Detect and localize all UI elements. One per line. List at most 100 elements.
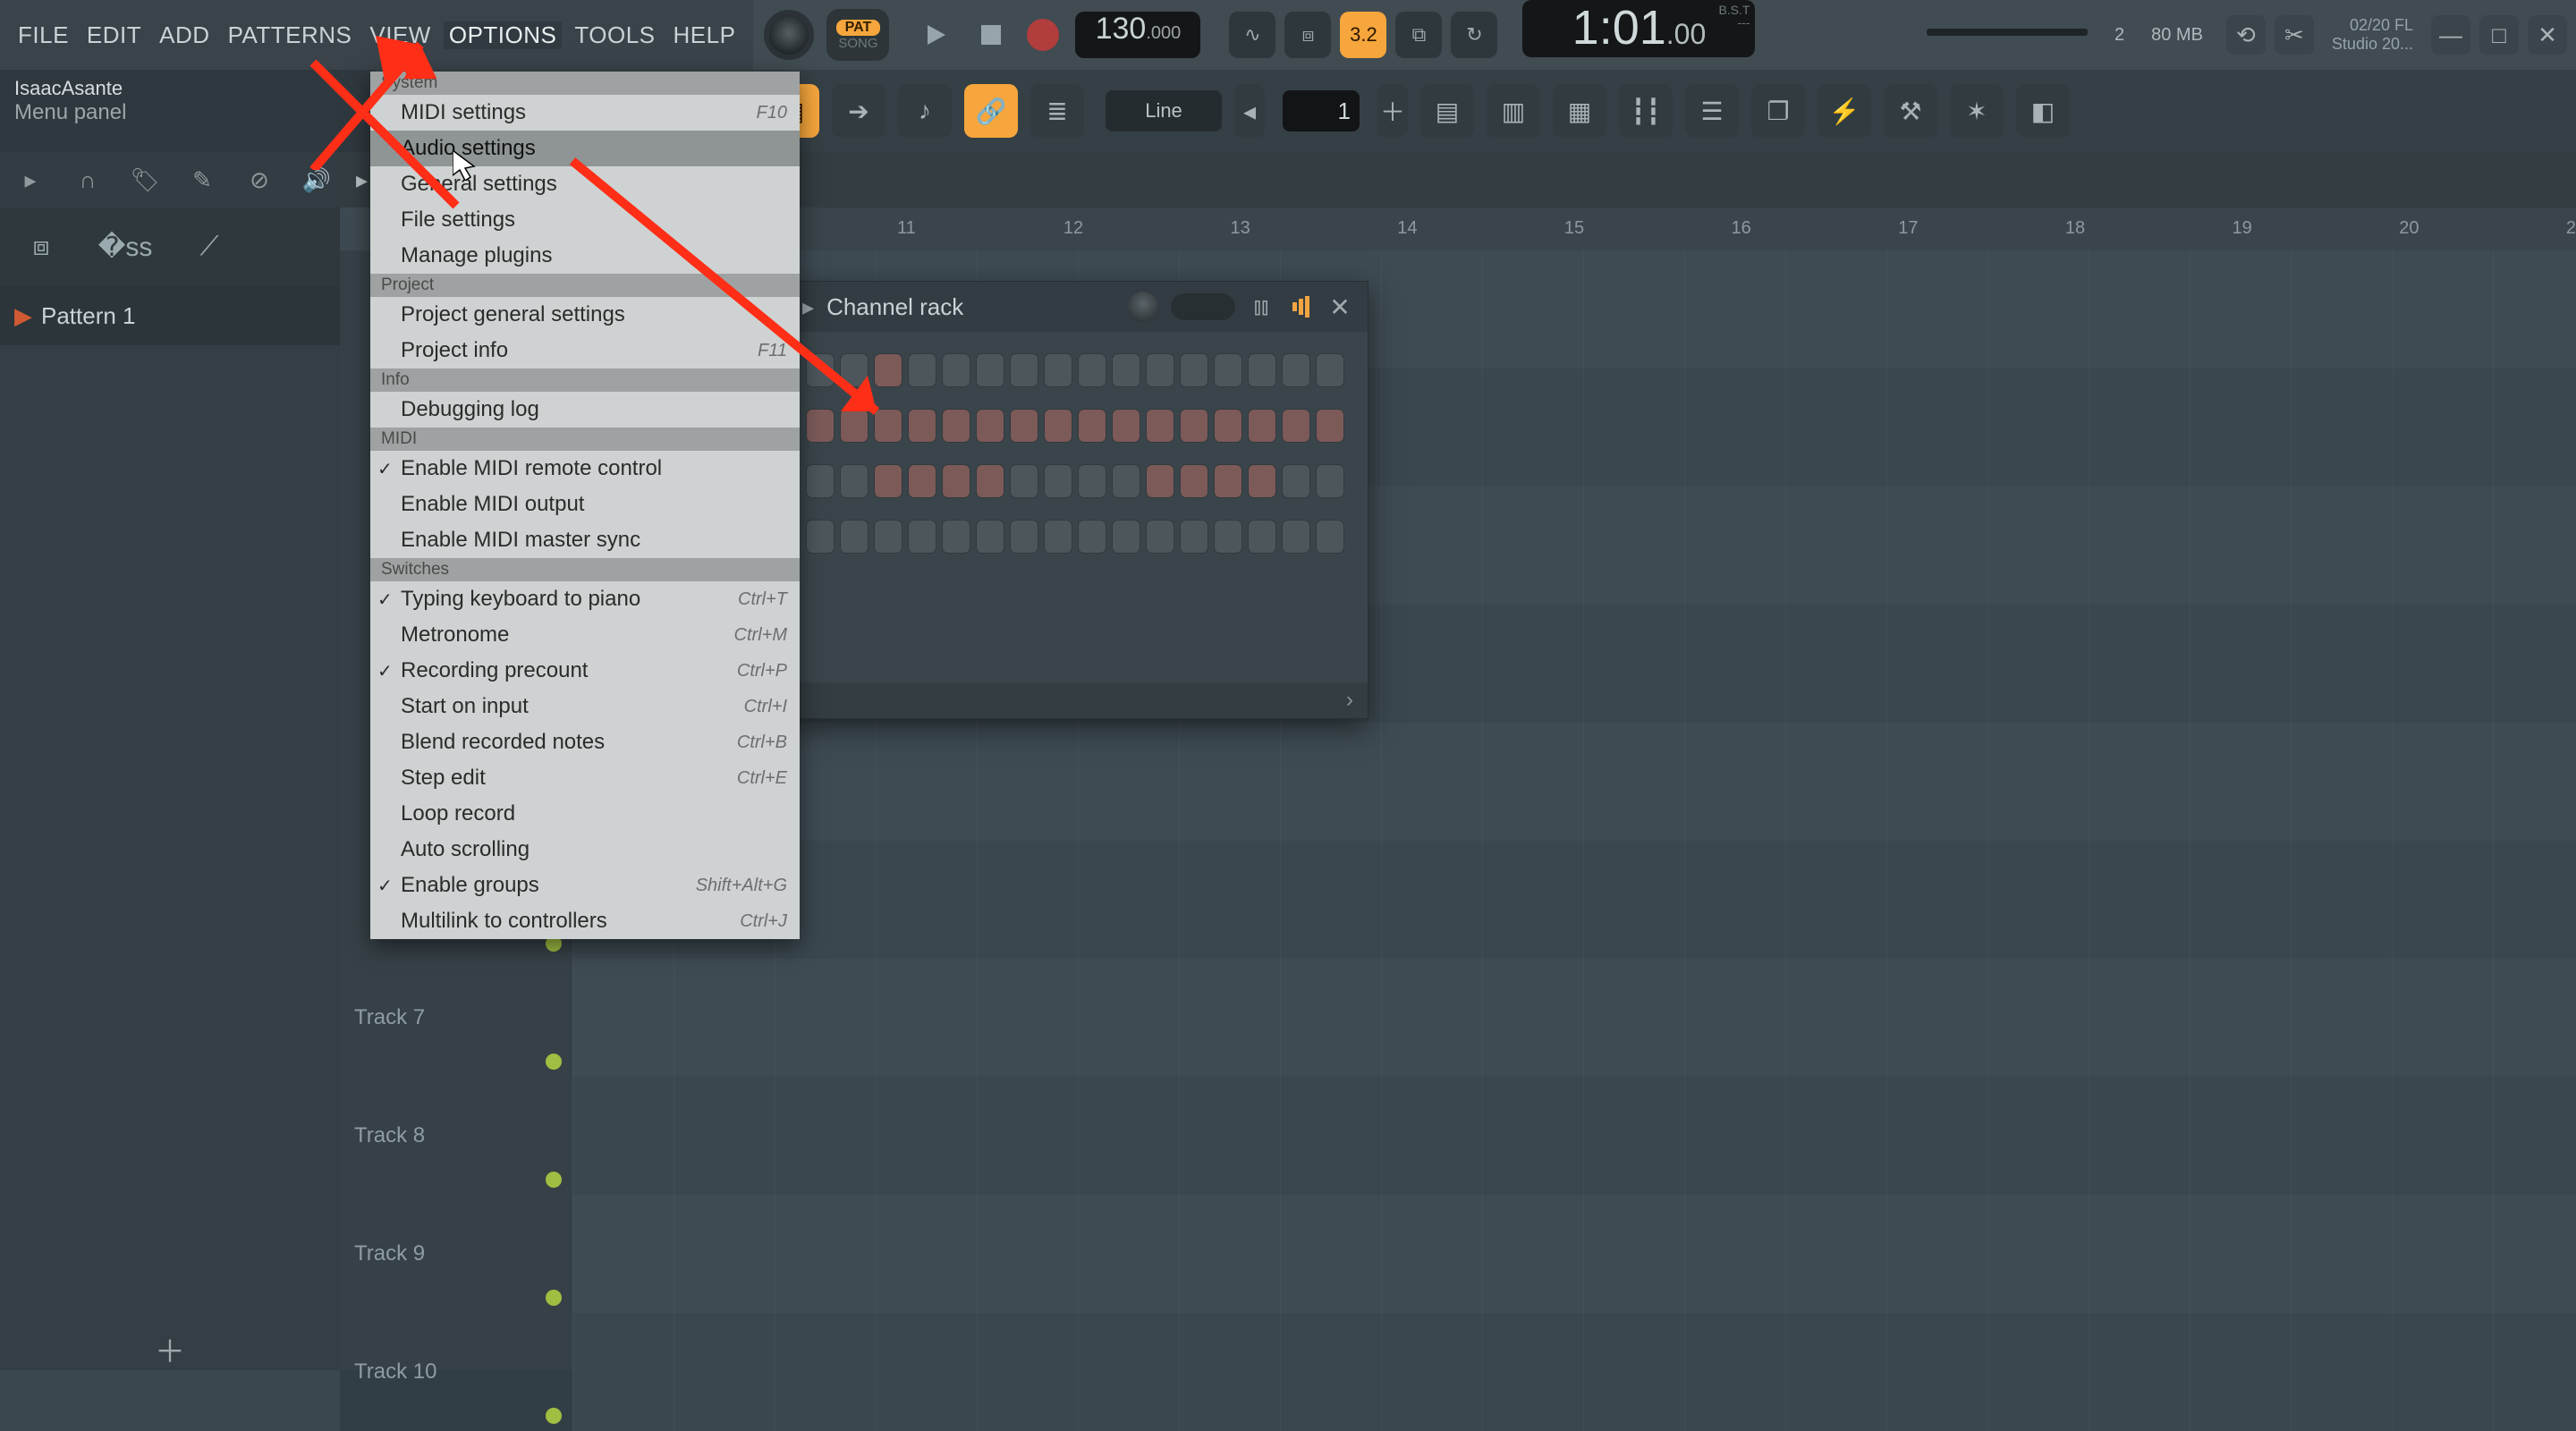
menu-view[interactable]: VIEW <box>364 21 436 49</box>
menu-item[interactable]: ✓Enable groupsShift+Alt+G <box>370 868 800 903</box>
tool-stack-icon[interactable]: ≣ <box>1030 84 1084 138</box>
snap-bar-icon[interactable]: ⧈ <box>1284 12 1331 58</box>
step-cell[interactable] <box>1214 520 1242 554</box>
step-cell[interactable] <box>908 409 936 443</box>
step-cell[interactable] <box>874 464 902 498</box>
step-cell[interactable] <box>806 353 835 387</box>
step-cell[interactable] <box>1146 353 1174 387</box>
step-cell[interactable] <box>1180 353 1208 387</box>
step-cell[interactable] <box>1214 353 1242 387</box>
step-cell[interactable] <box>1078 520 1106 554</box>
channel-rack-titlebar[interactable]: ▸ Channel rack ⫾⫾ ✕ <box>788 282 1368 332</box>
menu-item[interactable]: Audio settings <box>370 131 800 166</box>
step-cell[interactable] <box>1180 520 1208 554</box>
undo-icon[interactable]: ⟲ <box>2226 15 2266 55</box>
step-cell[interactable] <box>942 464 970 498</box>
menu-file[interactable]: FILE <box>13 21 74 49</box>
step-cell[interactable] <box>806 464 835 498</box>
close-icon[interactable]: ✕ <box>2528 15 2567 55</box>
step-cell[interactable] <box>1282 520 1310 554</box>
menu-item[interactable]: ✓Recording precountCtrl+P <box>370 653 800 689</box>
menu-item[interactable]: Project infoF11 <box>370 333 800 368</box>
picker-tab-audio-icon[interactable]: �ss <box>106 227 145 267</box>
step-cell[interactable] <box>908 520 936 554</box>
step-cell[interactable] <box>874 353 902 387</box>
step-cell[interactable] <box>1248 464 1276 498</box>
menu-item[interactable]: Start on inputCtrl+I <box>370 689 800 724</box>
channel-rack-scroll-icon[interactable]: › <box>1346 688 1353 713</box>
step-cell[interactable] <box>1078 353 1106 387</box>
menu-item[interactable]: Project general settings <box>370 297 800 333</box>
step-cell[interactable] <box>1214 409 1242 443</box>
menu-options[interactable]: OPTIONS <box>444 21 563 49</box>
minimize-icon[interactable]: — <box>2431 15 2470 55</box>
menu-item[interactable]: ✓Typing keyboard to pianoCtrl+T <box>370 581 800 617</box>
menu-item[interactable]: MetronomeCtrl+M <box>370 617 800 653</box>
step-cell[interactable] <box>1282 409 1310 443</box>
current-pattern[interactable]: ▶ Pattern 1 <box>0 286 340 345</box>
step-cell[interactable] <box>1248 520 1276 554</box>
menu-patterns[interactable]: PATTERNS <box>223 21 358 49</box>
channel-rack-selector[interactable] <box>1171 293 1235 320</box>
step-cell[interactable] <box>1316 464 1344 498</box>
tool-pr-icon[interactable]: ▥ <box>1487 84 1540 138</box>
picker-tab-steps-icon[interactable]: ⧈ <box>21 227 61 267</box>
channel-rack-grid[interactable] <box>788 332 1368 597</box>
step-cell[interactable] <box>840 464 869 498</box>
step-cell[interactable] <box>908 353 936 387</box>
channel-rack-swing-knob[interactable] <box>1128 292 1158 322</box>
tool-arrow-icon[interactable]: ➔ <box>832 84 886 138</box>
step-cell[interactable] <box>1248 409 1276 443</box>
picker-tab-auto-icon[interactable]: ⟋ <box>190 227 229 267</box>
brush-icon[interactable]: ✎ <box>184 162 220 198</box>
step-cell[interactable] <box>1316 353 1344 387</box>
step-cell[interactable] <box>1010 464 1038 498</box>
step-cell[interactable] <box>1078 409 1106 443</box>
step-cell[interactable] <box>942 353 970 387</box>
step-cell[interactable] <box>1112 353 1140 387</box>
master-volume-knob[interactable] <box>764 10 814 60</box>
menu-item[interactable]: File settings <box>370 202 800 238</box>
snap-loop-icon[interactable]: ↻ <box>1451 12 1497 58</box>
step-cell[interactable] <box>976 353 1004 387</box>
step-cell[interactable] <box>874 409 902 443</box>
step-cell[interactable] <box>1044 353 1072 387</box>
channel-rack-meter-icon[interactable] <box>1287 293 1314 320</box>
menu-item[interactable]: Auto scrolling <box>370 832 800 868</box>
step-cell[interactable] <box>1180 464 1208 498</box>
track-header[interactable]: Track 8 <box>340 1077 572 1195</box>
step-cell[interactable] <box>942 409 970 443</box>
pattern-number[interactable]: 1 <box>1283 90 1360 131</box>
menu-item[interactable]: Enable MIDI master sync <box>370 522 800 558</box>
tool-mixer-icon[interactable]: ┇┇ <box>1619 84 1673 138</box>
menu-item[interactable]: MIDI settingsF10 <box>370 95 800 131</box>
channel-rack-close-icon[interactable]: ✕ <box>1326 293 1353 320</box>
menu-add[interactable]: ADD <box>154 21 215 49</box>
tool-note-icon[interactable]: ♪ <box>898 84 952 138</box>
step-cell[interactable] <box>1146 464 1174 498</box>
step-cell[interactable] <box>942 520 970 554</box>
step-cell[interactable] <box>1010 409 1038 443</box>
playlist-menu-icon[interactable]: ▸ <box>356 166 368 194</box>
tool-rec-icon[interactable]: ◧ <box>2016 84 2070 138</box>
track-row[interactable]: Track 8 <box>340 1077 2576 1195</box>
ban-icon[interactable]: ⊘ <box>242 162 277 198</box>
step-cell[interactable] <box>840 353 869 387</box>
timeline-ruler[interactable]: 9101112131415161718192021 <box>572 207 2576 250</box>
step-cell[interactable] <box>1146 409 1174 443</box>
step-cell[interactable] <box>840 409 869 443</box>
snap-mode[interactable]: Line <box>1106 90 1222 131</box>
add-pattern-button[interactable]: ＋ <box>0 1331 340 1367</box>
step-cell[interactable] <box>1146 520 1174 554</box>
step-cell[interactable] <box>1248 353 1276 387</box>
track-header[interactable]: Track 9 <box>340 1195 572 1313</box>
menu-item[interactable]: General settings <box>370 166 800 202</box>
menu-item[interactable]: Loop record <box>370 796 800 832</box>
track-lane[interactable] <box>572 959 2576 1077</box>
tool-ch-icon[interactable]: ▦ <box>1553 84 1606 138</box>
menu-help[interactable]: HELP <box>668 21 741 49</box>
track-lane[interactable] <box>572 841 2576 959</box>
step-cell[interactable] <box>1078 464 1106 498</box>
step-cell[interactable] <box>1112 520 1140 554</box>
tool-hammer-icon[interactable]: ⚒ <box>1884 84 1937 138</box>
